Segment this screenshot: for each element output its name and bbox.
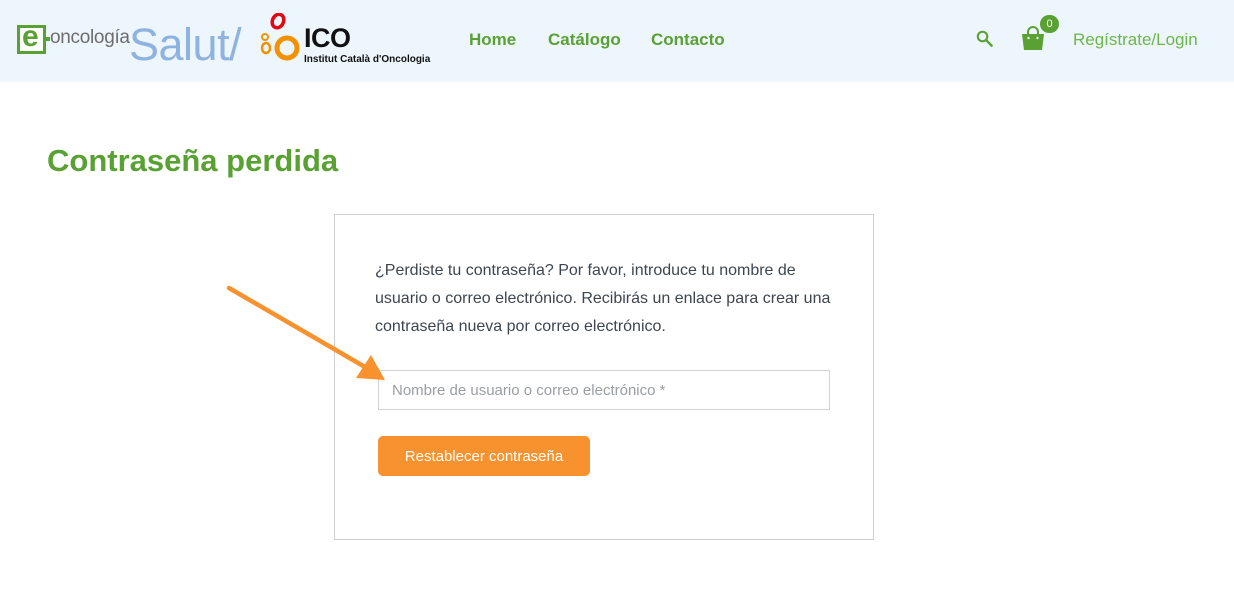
reset-password-button[interactable]: Restablecer contraseña	[378, 436, 590, 476]
ico-logo-icon	[260, 13, 300, 61]
ico-logo-subtitle: Institut Català d'Oncologia	[304, 54, 431, 65]
eoncologia-logo-icon: e	[17, 22, 46, 54]
salut-logo-text: Salut/	[129, 19, 242, 70]
lost-password-form: ¿Perdiste tu contraseña? Por favor, intr…	[334, 214, 874, 540]
nav-contacto[interactable]: Contacto	[651, 30, 725, 50]
ico-logo-text: ICO	[304, 23, 351, 53]
register-login-link[interactable]: Regístrate/Login	[1073, 30, 1198, 50]
nav-catalogo[interactable]: Catálogo	[548, 30, 621, 50]
search-icon[interactable]	[975, 29, 994, 48]
arrow-icon	[226, 285, 385, 380]
eoncologia-logo-text: oncología	[50, 27, 130, 48]
form-instructions: ¿Perdiste tu contraseña? Por favor, intr…	[375, 262, 831, 335]
nav-home[interactable]: Home	[469, 30, 516, 50]
username-email-input[interactable]	[378, 370, 830, 410]
page-title: Contraseña perdida	[47, 143, 339, 178]
site-header: e oncología Salut/ ICO Institut Català d…	[0, 0, 1234, 82]
cart-count-badge: 0	[1040, 15, 1059, 33]
